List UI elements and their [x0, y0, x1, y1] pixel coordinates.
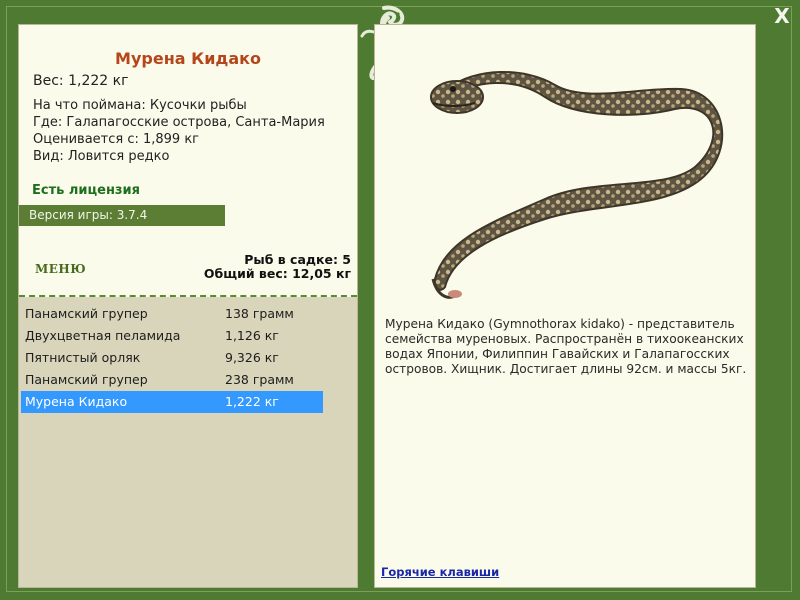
keepnet-total-weight: Общий вес: 12,05 кг: [203, 266, 351, 281]
kind-line: Вид: Ловится редко: [33, 149, 170, 164]
rated-line: Оценивается с: 1,899 кг: [33, 132, 200, 147]
fish-info-top: Мурена Кидако Вес: 1,222 кг На что пойма…: [19, 25, 357, 297]
version-bar: Версия игры: 3.7.4: [19, 205, 225, 226]
list-item-selected[interactable]: Мурена Кидако 1,222 кг: [21, 391, 323, 413]
catch-name: Мурена Кидако: [25, 394, 128, 409]
fish-info-panel: Мурена Кидако Вес: 1,222 кг На что пойма…: [18, 24, 358, 588]
list-item[interactable]: Двухцветная пеламида 1,126 кг: [21, 325, 323, 347]
catch-weight: 238 грамм: [225, 372, 294, 387]
fish-title: Мурена Кидако: [115, 49, 261, 68]
catch-list: Панамский групер 138 грамм Двухцветная п…: [21, 303, 323, 413]
catch-name: Панамский групер: [25, 306, 148, 321]
fish-details: На что поймана: Кусочки рыбы Где: Галапа…: [33, 97, 325, 165]
catch-name: Двухцветная пеламида: [25, 328, 181, 343]
fish-weight: Вес: 1,222 кг: [33, 73, 129, 89]
catch-weight: 1,126 кг: [225, 328, 279, 343]
keepnet-count: Рыб в садке: 5: [244, 252, 351, 267]
divider: [19, 295, 357, 297]
catch-weight: 1,222 кг: [225, 394, 279, 409]
location-line: Где: Галапагосские острова, Санта-Мария: [33, 115, 325, 130]
game-window: X Мурена Кидако Вес: 1,222 кг На что пой…: [0, 0, 800, 600]
catch-weight: 9,326 кг: [225, 350, 279, 365]
license-status: Есть лицензия: [32, 183, 140, 198]
catch-name: Пятнистый орляк: [25, 350, 141, 365]
close-icon[interactable]: X: [770, 4, 794, 28]
fish-image-panel: Мурена Кидако (Gymnothorax kidako) - пре…: [374, 24, 756, 588]
catch-weight: 138 грамм: [225, 306, 294, 321]
fish-description: Мурена Кидако (Gymnothorax kidako) - пре…: [385, 317, 747, 376]
list-item[interactable]: Панамский групер 138 грамм: [21, 303, 323, 325]
catch-name: Панамский групер: [25, 372, 148, 387]
menu-button[interactable]: МЕНЮ: [35, 262, 86, 276]
bait-line: На что поймана: Кусочки рыбы: [33, 98, 247, 113]
moray-eel-image: [430, 70, 724, 299]
list-item[interactable]: Пятнистый орляк 9,326 кг: [21, 347, 323, 369]
hotkeys-link[interactable]: Горячие клавиши: [381, 565, 499, 579]
list-item[interactable]: Панамский групер 238 грамм: [21, 369, 323, 391]
